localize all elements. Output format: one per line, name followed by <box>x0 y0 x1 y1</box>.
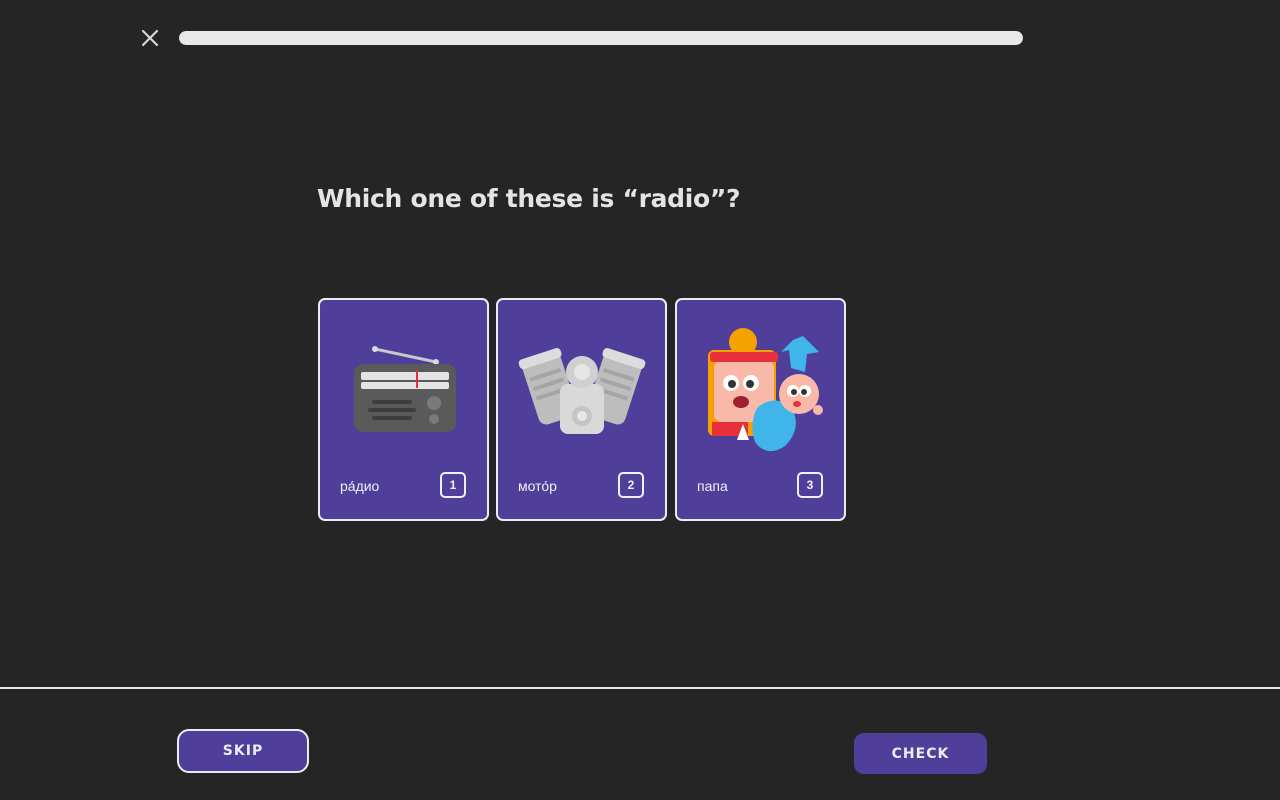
close-button[interactable] <box>137 25 163 51</box>
check-button[interactable]: CHECK <box>854 733 987 774</box>
choice-key-badge: 2 <box>618 472 644 498</box>
close-icon <box>141 29 159 47</box>
father-and-baby-icon <box>708 328 823 452</box>
choice-word: мото́р <box>518 478 557 494</box>
question-prompt: Which one of these is “radio”? <box>317 184 741 213</box>
skip-button[interactable]: SKIP <box>177 729 309 773</box>
choice-card-father[interactable]: папа 3 <box>675 298 846 521</box>
lesson-progress-fill <box>179 31 1023 45</box>
footer-divider <box>0 687 1280 689</box>
engine-icon <box>518 348 646 434</box>
choice-card-radio[interactable]: ра́дио 1 <box>318 298 489 521</box>
lesson-progress-bar <box>179 31 1023 45</box>
choice-word: ра́дио <box>340 478 380 494</box>
choice-key-badge: 3 <box>797 472 823 498</box>
choice-card-engine[interactable]: мото́р 2 <box>496 298 667 521</box>
choice-key-badge: 1 <box>440 472 466 498</box>
radio-icon <box>354 346 456 432</box>
choice-word: папа <box>697 478 728 494</box>
